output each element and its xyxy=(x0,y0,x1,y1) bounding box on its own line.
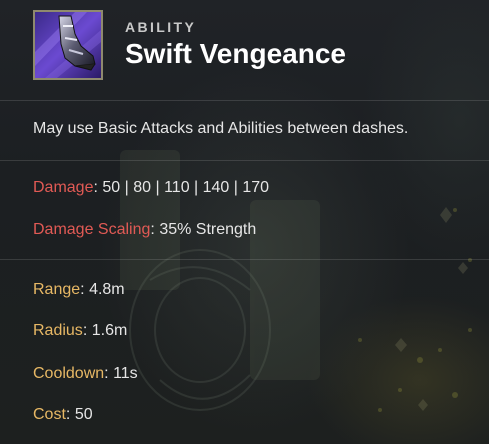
stat-value: 11s xyxy=(113,365,138,382)
stat-separator: : xyxy=(80,281,85,298)
stat-separator: : xyxy=(150,221,155,238)
stat-label: Range xyxy=(33,281,81,298)
ability-type-label: ABILITY xyxy=(125,19,197,35)
stat-label: Cost xyxy=(33,406,66,423)
stat-label: Damage xyxy=(33,179,94,196)
stat-value: 35% Strength xyxy=(159,221,257,238)
divider xyxy=(0,100,489,101)
stat-radius: Radius: 1.6m xyxy=(33,321,127,341)
stat-label: Damage Scaling xyxy=(33,221,151,238)
stat-separator: : xyxy=(65,406,71,423)
stat-range: Range: 4.8m xyxy=(33,280,125,300)
stat-cost: Cost: 50 xyxy=(33,405,93,425)
divider xyxy=(0,259,489,260)
stat-damage: Damage: 50 | 80 | 110 | 140 | 170 xyxy=(33,178,269,198)
armored-boot-icon xyxy=(33,10,103,80)
ability-header-text: ABILITY Swift Vengeance xyxy=(125,10,346,71)
stat-separator: : xyxy=(104,365,109,382)
ability-name: Swift Vengeance xyxy=(125,38,346,69)
tooltip-header: ABILITY Swift Vengeance xyxy=(33,10,346,80)
stat-damage-scaling: Damage Scaling: 35% Strength xyxy=(33,220,256,240)
divider xyxy=(0,160,489,161)
stat-cooldown: Cooldown: 11s xyxy=(33,364,138,384)
stat-separator: : xyxy=(93,179,98,196)
ability-tooltip: ABILITY Swift Vengeance May use Basic At… xyxy=(0,0,489,444)
stat-value: 1.6m xyxy=(91,322,128,339)
stat-separator: : xyxy=(82,322,88,339)
stat-value: 50 xyxy=(74,406,93,423)
ability-description: May use Basic Attacks and Abilities betw… xyxy=(33,120,409,137)
stat-value: 4.8m xyxy=(89,281,125,298)
stat-value: 50 | 80 | 110 | 140 | 170 xyxy=(102,179,270,196)
stat-label: Cooldown xyxy=(33,365,105,382)
stat-label: Radius xyxy=(33,322,83,339)
